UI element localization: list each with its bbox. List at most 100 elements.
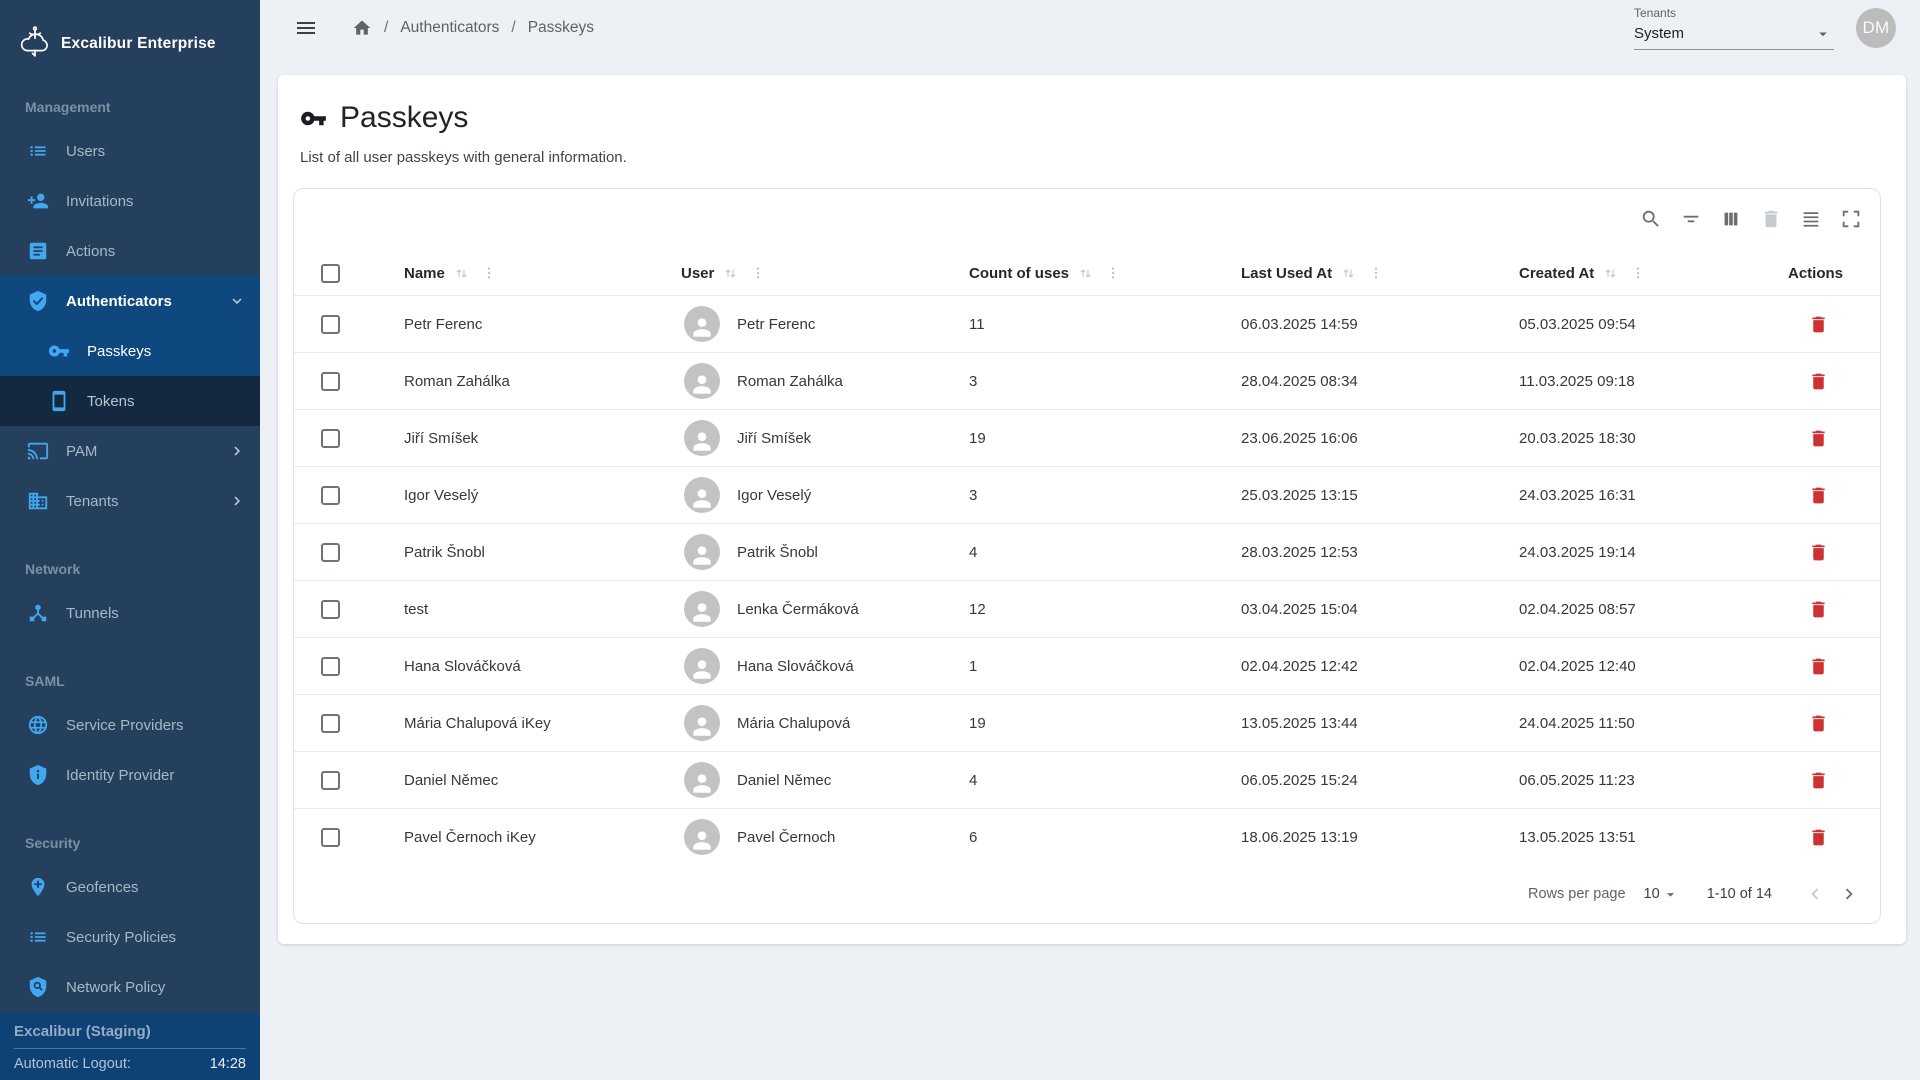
sidebar-item-security-policies[interactable]: Security Policies: [0, 912, 260, 962]
delete-selected-button[interactable]: [1755, 203, 1787, 235]
created-at: 06.05.2025 11:23: [1519, 772, 1635, 789]
delete-passkey-button[interactable]: [1800, 477, 1836, 513]
fullscreen-button[interactable]: [1835, 203, 1867, 235]
column-header-label: Name: [404, 265, 445, 282]
nav-section-title-management: Management: [0, 98, 260, 116]
column-menu-icon[interactable]: [481, 265, 497, 281]
search-button[interactable]: [1635, 203, 1667, 235]
sort-icon[interactable]: [1077, 265, 1094, 282]
passkey-name: test: [404, 601, 428, 618]
tenant-select-value: System: [1634, 25, 1684, 42]
cell-user: Daniel Němec: [681, 762, 966, 798]
sort-icon[interactable]: [722, 265, 739, 282]
passkeys-table-panel: Name UserCount of uses Last Used AtCreated…: [293, 188, 1881, 924]
passkey-name: Roman Zahálka: [404, 373, 510, 390]
smartphone-icon: [48, 390, 70, 412]
density-icon: [1800, 208, 1822, 230]
breadcrumb-authenticators[interactable]: Authenticators: [400, 19, 499, 37]
select-all-checkbox[interactable]: [321, 264, 340, 283]
sidebar-item-tunnels[interactable]: Tunnels: [0, 588, 260, 638]
last-used-at: 18.06.2025 13:19: [1241, 829, 1358, 846]
column-header-name[interactable]: Name: [378, 265, 681, 282]
sidebar-item-passkeys[interactable]: Passkeys: [0, 326, 260, 376]
row-checkbox[interactable]: [321, 600, 340, 619]
chevron-right-icon: [228, 492, 246, 510]
cell-user: Roman Zahálka: [681, 363, 966, 399]
last-used-at: 25.03.2025 13:15: [1241, 487, 1358, 504]
sidebar-item-actions[interactable]: Actions: [0, 226, 260, 276]
menu-toggle-button[interactable]: [290, 12, 322, 44]
row-checkbox[interactable]: [321, 315, 340, 334]
column-menu-icon[interactable]: [750, 265, 766, 281]
column-header-count-of-uses[interactable]: Count of uses: [966, 265, 1241, 282]
delete-passkey-button[interactable]: [1800, 534, 1836, 570]
column-menu-icon[interactable]: [1105, 265, 1121, 281]
column-menu-icon[interactable]: [1368, 265, 1384, 281]
delete-passkey-button[interactable]: [1800, 420, 1836, 456]
cell-user: Pavel Černoch: [681, 819, 966, 855]
cell-created-at: 24.04.2025 11:50: [1519, 715, 1788, 732]
sidebar-item-pam[interactable]: PAM: [0, 426, 260, 476]
sidebar-item-network-policy[interactable]: Network Policy: [0, 962, 260, 1012]
count-of-uses: 3: [969, 487, 977, 504]
rows-per-page-select[interactable]: 10: [1644, 886, 1679, 903]
row-checkbox[interactable]: [321, 486, 340, 505]
previous-page-button[interactable]: [1798, 877, 1832, 911]
created-at: 24.03.2025 16:31: [1519, 487, 1636, 504]
delete-passkey-button[interactable]: [1800, 762, 1836, 798]
cell-created-at: 24.03.2025 19:14: [1519, 544, 1788, 561]
sidebar-item-service-providers[interactable]: Service Providers: [0, 700, 260, 750]
row-checkbox[interactable]: [321, 543, 340, 562]
passkey-name: Patrik Šnobl: [404, 544, 485, 561]
filter-button[interactable]: [1675, 203, 1707, 235]
sidebar-item-identity-provider[interactable]: Identity Provider: [0, 750, 260, 800]
cell-count-of-uses: 19: [966, 715, 1241, 732]
column-header-created-at[interactable]: Created At: [1519, 265, 1788, 282]
sidebar-item-tokens[interactable]: Tokens: [0, 376, 260, 426]
sidebar-item-users[interactable]: Users: [0, 126, 260, 176]
row-checkbox[interactable]: [321, 714, 340, 733]
row-checkbox[interactable]: [321, 429, 340, 448]
column-header-last-used-at[interactable]: Last Used At: [1241, 265, 1519, 282]
delete-passkey-button[interactable]: [1800, 306, 1836, 342]
sidebar-item-geofences[interactable]: Geofences: [0, 862, 260, 912]
search-icon: [1640, 208, 1662, 230]
row-checkbox[interactable]: [321, 657, 340, 676]
density-button[interactable]: [1795, 203, 1827, 235]
sidebar-item-label: Geofences: [66, 879, 139, 896]
user-avatar-icon: [684, 306, 720, 342]
user-avatar-button[interactable]: DM: [1856, 8, 1896, 48]
column-header-user[interactable]: User: [681, 265, 966, 282]
delete-passkey-button[interactable]: [1800, 648, 1836, 684]
column-header-label: Count of uses: [969, 265, 1069, 282]
delete-passkey-button[interactable]: [1800, 819, 1836, 855]
passkey-name: Jiří Smíšek: [404, 430, 478, 447]
column-menu-icon[interactable]: [1630, 265, 1646, 281]
cell-created-at: 02.04.2025 08:57: [1519, 601, 1788, 618]
delete-passkey-button[interactable]: [1800, 705, 1836, 741]
sidebar-item-invitations[interactable]: Invitations: [0, 176, 260, 226]
sidebar-item-authenticators[interactable]: Authenticators: [0, 276, 260, 326]
cell-user: Petr Ferenc: [681, 306, 966, 342]
columns-button[interactable]: [1715, 203, 1747, 235]
sidebar-item-label: Actions: [66, 243, 115, 260]
user-name: Hana Slováčková: [737, 658, 854, 675]
tenant-select[interactable]: System: [1634, 20, 1834, 50]
breadcrumb-passkeys[interactable]: Passkeys: [528, 19, 594, 37]
row-checkbox[interactable]: [321, 828, 340, 847]
sort-icon[interactable]: [1602, 265, 1619, 282]
sort-icon[interactable]: [453, 265, 470, 282]
sidebar-item-tenants[interactable]: Tenants: [0, 476, 260, 526]
row-checkbox[interactable]: [321, 771, 340, 790]
trash-icon: [1808, 656, 1829, 677]
trash-icon: [1808, 542, 1829, 563]
next-page-button[interactable]: [1832, 877, 1866, 911]
cell-actions: [1788, 477, 1880, 513]
home-icon[interactable]: [352, 18, 372, 38]
user-avatar-icon: [684, 534, 720, 570]
sort-icon[interactable]: [1340, 265, 1357, 282]
delete-passkey-button[interactable]: [1800, 363, 1836, 399]
cell-last-used-at: 06.05.2025 15:24: [1241, 772, 1519, 789]
delete-passkey-button[interactable]: [1800, 591, 1836, 627]
row-checkbox[interactable]: [321, 372, 340, 391]
